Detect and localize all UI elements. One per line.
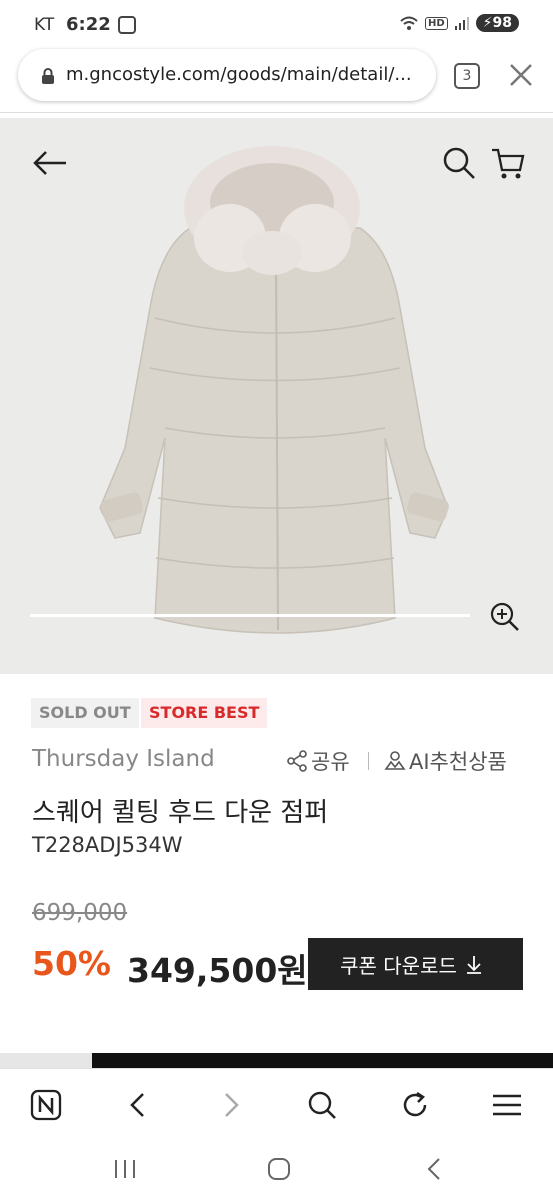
- clock: 6:22: [66, 14, 111, 35]
- hd-icon: HD: [425, 16, 448, 30]
- close-icon[interactable]: [506, 60, 536, 90]
- chevron-right-icon: [225, 1093, 239, 1117]
- refresh-button[interactable]: [397, 1087, 433, 1123]
- carrier-label: KT: [34, 15, 55, 35]
- chevron-left-icon: [130, 1093, 144, 1117]
- signal-icon: [454, 17, 469, 30]
- address-bar[interactable]: m.gncostyle.com/goods/main/detail/...: [18, 49, 436, 101]
- discount-rate: 50%: [32, 944, 111, 983]
- product-image: [99, 146, 449, 634]
- tab-strip-left: [0, 1053, 92, 1068]
- coupon-download-button[interactable]: 쿠폰 다운로드: [308, 938, 523, 990]
- status-bar: KT 6:22 HD ⚡98: [0, 0, 553, 50]
- menu-button[interactable]: [489, 1087, 525, 1123]
- brand-link[interactable]: Thursday Island: [32, 746, 215, 772]
- zoom-in-icon[interactable]: [490, 602, 520, 632]
- naver-home-button[interactable]: [28, 1087, 64, 1123]
- sold-out-badge: SOLD OUT: [31, 698, 139, 728]
- cart-icon[interactable]: [490, 146, 526, 182]
- back-button[interactable]: [120, 1087, 156, 1123]
- store-best-badge: STORE BEST: [141, 698, 268, 728]
- ai-recommend-button[interactable]: AI추천상품: [384, 746, 507, 776]
- search-icon[interactable]: [442, 146, 476, 180]
- sale-price: 349,500원: [127, 951, 308, 990]
- home-icon[interactable]: [266, 1156, 292, 1182]
- refresh-icon: [403, 1091, 427, 1117]
- divider: [0, 112, 553, 113]
- divider: [368, 752, 369, 770]
- battery-level: 98: [492, 15, 512, 31]
- screen-record-icon: [118, 16, 136, 34]
- share-button[interactable]: 공유: [286, 746, 350, 776]
- image-slider-track[interactable]: [30, 614, 470, 617]
- browser-toolbar: [0, 1068, 553, 1139]
- tab-count-button[interactable]: 3: [454, 63, 480, 89]
- share-label: 공유: [311, 750, 350, 774]
- ai-recommend-label: AI추천상품: [409, 750, 507, 774]
- tab-strip-active: [92, 1053, 553, 1068]
- battery-indicator: ⚡98: [475, 14, 519, 32]
- share-icon: [287, 750, 307, 772]
- search-icon: [308, 1091, 336, 1119]
- ai-recommend-icon: [384, 751, 406, 770]
- back-arrow-icon[interactable]: [32, 150, 68, 176]
- hamburger-icon: [493, 1094, 521, 1116]
- product-image-area[interactable]: [0, 118, 553, 674]
- recent-apps-icon[interactable]: [113, 1158, 137, 1180]
- search-button[interactable]: [304, 1087, 340, 1123]
- product-title: 스퀘어 퀼팅 후드 다운 점퍼: [32, 798, 329, 828]
- lock-icon: [42, 68, 54, 84]
- system-back-icon[interactable]: [424, 1157, 444, 1181]
- wifi-icon: [400, 16, 418, 30]
- forward-button[interactable]: [213, 1087, 249, 1123]
- url-text[interactable]: m.gncostyle.com/goods/main/detail/...: [66, 64, 416, 85]
- product-code: T228ADJ534W: [32, 833, 183, 857]
- system-navigation-bar: [0, 1138, 553, 1200]
- original-price: 699,000: [32, 900, 128, 926]
- coupon-download-label: 쿠폰 다운로드: [340, 953, 457, 978]
- status-icons: HD ⚡98: [399, 14, 519, 32]
- naver-icon: [30, 1089, 62, 1121]
- download-icon: [466, 956, 481, 974]
